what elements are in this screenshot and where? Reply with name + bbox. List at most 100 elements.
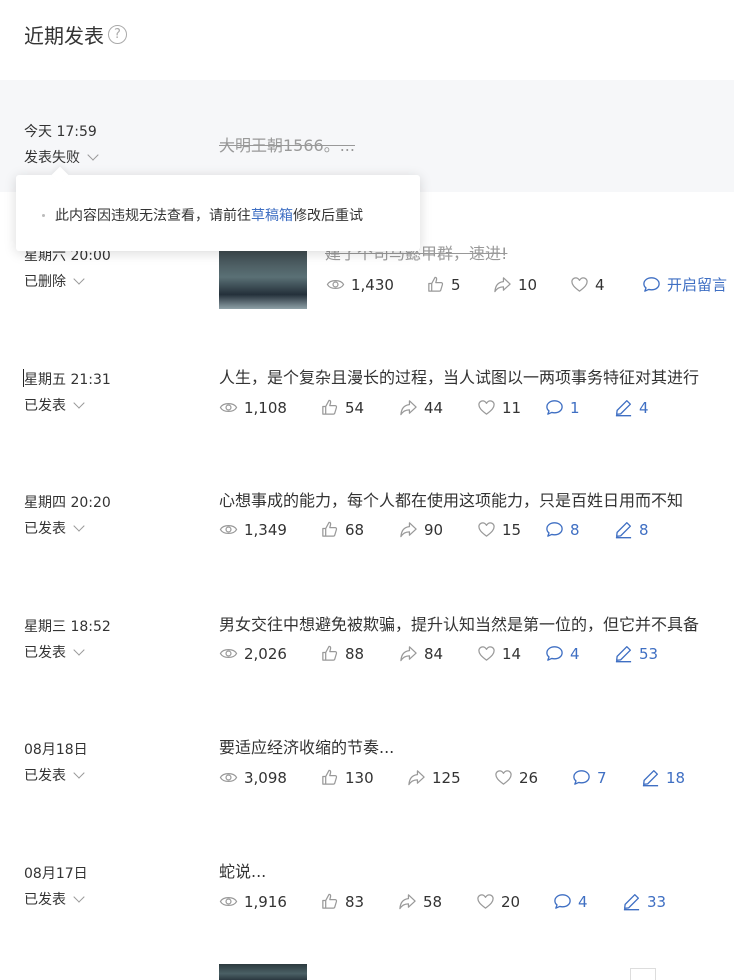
heart-icon [477,398,496,417]
post-meta: 08月17日 已发表 [24,863,88,909]
tooltip-message: 此内容因违规无法查看，请前往 草稿箱 修改后重试 [42,205,363,225]
edits-count: 33 [647,892,667,911]
post-status-dropdown[interactable]: 已发表 [24,642,111,662]
views-count: 3,098 [244,768,287,787]
post-stats: 2,026 88 84 14 4 53 [219,644,658,663]
post-status-dropdown[interactable]: 发表失败 [24,147,99,167]
edits-stat[interactable]: 53 [614,644,658,663]
favs-count: 20 [501,892,521,911]
comments-stat[interactable]: 7 [572,768,641,787]
post-status-dropdown[interactable]: 已删除 [24,271,111,291]
shares-stat: 90 [399,520,477,539]
likes-stat: 5 [426,275,493,294]
chevron-down-icon [87,148,99,161]
thumbs-up-icon [320,644,339,663]
post-time: 星期四 20:20 [24,495,111,511]
comment-icon [545,520,564,539]
post-title[interactable]: 蛇说... [219,858,734,882]
enable-comments-button[interactable]: 开启留言 [642,274,727,295]
post-thumbnail[interactable] [219,964,307,980]
post-meta: 今天 17:59 发表失败 [24,121,99,167]
thumbs-up-icon [426,275,445,294]
post-time: 星期五 21:31 [24,372,111,388]
likes-count: 5 [451,275,461,294]
edits-stat[interactable]: 33 [622,892,666,911]
shares-count: 90 [424,520,444,539]
post-status-label: 发表失败 [24,150,80,166]
thumbs-up-icon [320,520,339,539]
edits-stat[interactable]: 8 [614,520,649,539]
heart-icon [494,768,513,787]
views-stat: 3,098 [219,768,320,787]
post-meta: 08月18日 已发表 [24,739,88,785]
likes-count: 130 [345,768,374,787]
page-title-text: 近期发表 [24,24,104,48]
chevron-down-icon [73,272,85,285]
comments-count: 4 [570,644,580,663]
post-status-label: 已发表 [24,645,66,661]
post-stats: 1,430 5 10 4 开启留言 [326,274,727,295]
edits-count: 8 [639,520,649,539]
post-title[interactable]: 人生，是个复杂且漫长的过程，当人试图以一两项事务特征对其进行 [219,364,734,388]
post-status-label: 已删除 [24,274,66,290]
post-thumbnail[interactable] [219,251,307,309]
edits-stat[interactable]: 4 [614,398,649,417]
edits-stat[interactable]: 18 [641,768,685,787]
post-title[interactable]: 心想事成的能力，每个人都在使用这项能力，只是百姓日用而不知 [219,487,734,511]
share-icon [493,275,512,294]
chevron-down-icon [73,890,85,903]
favs-count: 14 [502,644,522,663]
favs-count: 4 [595,275,605,294]
heart-icon [477,644,496,663]
post-status-dropdown[interactable]: 已发表 [24,889,88,909]
views-stat: 1,349 [219,520,320,539]
post-status-label: 已发表 [24,892,66,908]
comment-icon [553,892,572,911]
views-count: 1,349 [244,520,287,539]
edits-count: 4 [639,398,649,417]
comment-icon [572,768,591,787]
comments-stat[interactable]: 4 [545,644,614,663]
post-title[interactable]: 大明王朝1566。... [219,132,734,156]
post-meta: 星期四 20:20 已发表 [24,492,111,538]
help-icon[interactable]: ? [108,25,127,44]
post-status-dropdown[interactable]: 已发表 [24,765,88,785]
views-stat: 1,916 [219,892,320,911]
comments-stat[interactable]: 4 [553,892,622,911]
comments-stat[interactable]: 8 [545,520,614,539]
likes-count: 54 [345,398,365,417]
eye-icon [219,398,238,417]
comments-stat[interactable]: 1 [545,398,614,417]
post-title[interactable]: 男女交往中想避免被欺骗，提升认知当然是第一位的，但它并不具备 [219,611,734,635]
post-stats: 1,349 68 90 15 8 8 [219,520,649,539]
comments-count: 8 [570,520,580,539]
favs-stat: 20 [476,892,553,911]
post-status-dropdown[interactable]: 已发表 [24,518,111,538]
likes-stat: 68 [320,520,399,539]
post-meta: 星期三 18:52 已发表 [24,616,111,662]
pencil-icon [614,520,633,539]
shares-stat: 58 [398,892,476,911]
views-stat: 1,108 [219,398,320,417]
thumbs-up-icon [320,768,339,787]
favs-stat: 4 [570,275,642,294]
share-icon [398,892,417,911]
page-title: 近期发表 ? [24,20,127,49]
likes-count: 68 [345,520,365,539]
post-status-label: 已发表 [24,768,66,784]
comment-icon [545,398,564,417]
favs-stat: 26 [494,768,572,787]
comments-count: 1 [570,398,580,417]
shares-count: 10 [518,275,538,294]
drafts-link[interactable]: 草稿箱 [251,205,293,225]
post-status-dropdown[interactable]: 已发表 [24,395,111,415]
post-title[interactable]: 要适应经济收缩的节奏... [219,734,734,758]
pencil-icon [641,768,660,787]
views-count: 2,026 [244,644,287,663]
likes-count: 88 [345,644,365,663]
post-meta: 星期六 20:00 已删除 [24,245,111,291]
comments-count: 4 [578,892,588,911]
views-stat: 2,026 [219,644,320,663]
favs-stat: 11 [477,398,545,417]
post-status-label: 已发表 [24,398,66,414]
